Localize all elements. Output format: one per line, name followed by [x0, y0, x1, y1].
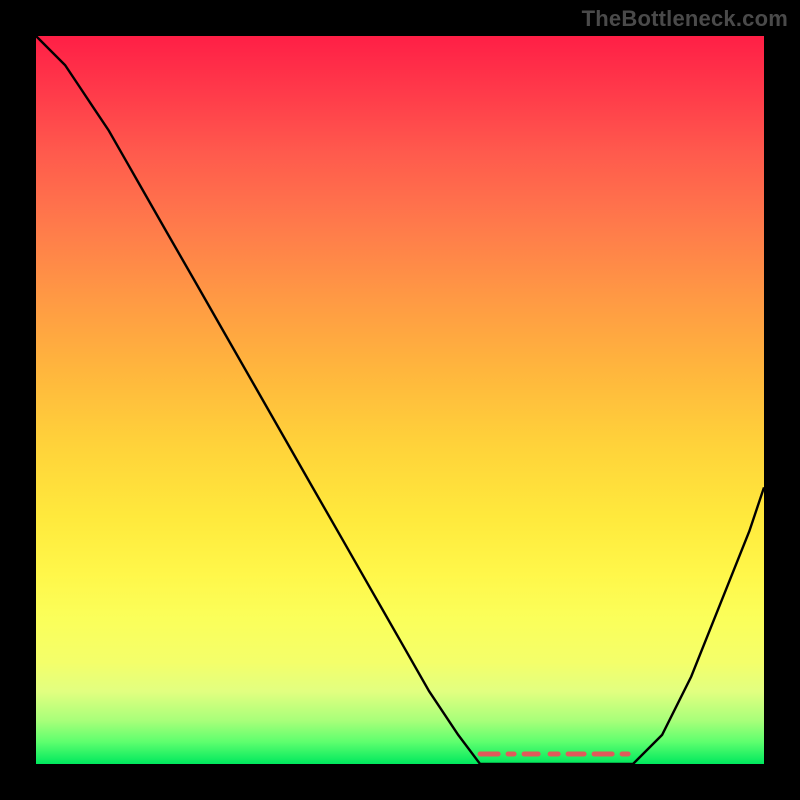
curve-path — [36, 36, 764, 764]
bottleneck-curve — [36, 36, 764, 764]
watermark-text: TheBottleneck.com — [582, 6, 788, 32]
chart-canvas: TheBottleneck.com — [0, 0, 800, 800]
plot-area — [36, 36, 764, 764]
